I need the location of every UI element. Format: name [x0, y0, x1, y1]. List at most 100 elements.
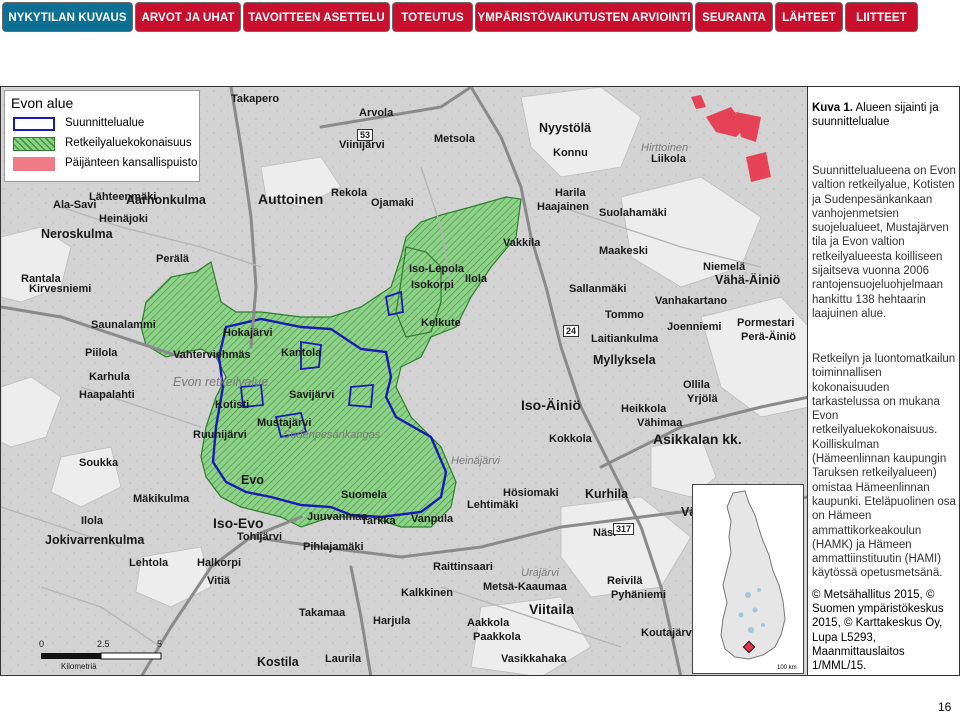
place-label: Metsä-Kaaumaa: [483, 581, 567, 593]
place-label: Metsola: [434, 133, 475, 145]
place-label: Ollila: [683, 379, 710, 391]
place-label: Aakkola: [467, 617, 510, 629]
place-label: Perälä: [156, 253, 190, 265]
place-label: Iso-Evo: [213, 515, 264, 531]
place-label: Tommo: [605, 309, 644, 321]
place-label: Vanhakartano: [655, 295, 728, 307]
place-label: Heinäjoki: [99, 213, 148, 225]
finland-inset-map: 100 km: [692, 484, 804, 674]
place-label: Saunalammi: [91, 319, 156, 331]
place-label: Hokajärvi: [223, 327, 273, 339]
place-label: Ruuhijärvi: [193, 429, 247, 441]
place-label: Harila: [555, 187, 586, 199]
place-label: Iso-Lepola: [409, 263, 465, 275]
place-label: Rekola: [331, 187, 368, 199]
place-label: Maakeski: [599, 245, 648, 257]
scale-tick: 5: [157, 639, 163, 649]
place-label: Vahterviehmäs: [173, 349, 251, 361]
tab-arvot-ja-uhat[interactable]: ARVOT JA UHAT: [135, 2, 241, 32]
place-label: Kurhila: [585, 487, 629, 501]
place-label: Asikkalan kk.: [653, 431, 742, 447]
place-label: Koutajärvi: [641, 627, 695, 639]
place-label: Yrjölä: [687, 393, 718, 405]
place-label: Pyhäniemi: [611, 589, 667, 601]
place-label: Haapalahti: [79, 389, 135, 401]
page-number: 16: [938, 700, 952, 714]
place-label: Mustajärvi: [257, 417, 312, 429]
place-label: Soukka: [79, 457, 119, 469]
place-label: Takapero: [231, 93, 280, 105]
place-label: Neroskulma: [41, 227, 113, 241]
description-paragraph-1: Suunnittelualueena on Evon valtion retke…: [812, 165, 956, 320]
place-label: Sudenpesänkangas: [283, 429, 381, 441]
inset-scale-label: 100 km: [777, 665, 797, 671]
place-label: Laitiankulma: [591, 333, 659, 345]
figure-caption: Kuva 1. Alueen sijainti ja suunnittelual…: [812, 101, 956, 129]
place-label: Juuvanmaa: [307, 511, 368, 523]
map-legend: Evon alue Suunnittelualue Retkeilyalueko…: [4, 90, 200, 182]
place-label: Suomela: [341, 489, 387, 501]
legend-label: Päijänteen kansallispuisto: [65, 157, 198, 169]
place-label: Kalkkinen: [401, 587, 453, 599]
place-label: Auttoinen: [258, 191, 324, 207]
tab-tavoitteen-asettelu[interactable]: TAVOITTEEN ASETTELU: [243, 2, 390, 32]
recreation-area-swatch: [13, 137, 55, 151]
finland-outline: [720, 490, 786, 660]
place-label: Kotisti: [215, 399, 250, 411]
place-label: Raittinsaari: [433, 561, 493, 573]
place-label: Hösiomaki: [503, 487, 559, 499]
road-number: 24: [563, 325, 580, 337]
legend-title: Evon alue: [11, 95, 74, 111]
tab-toteutus[interactable]: TOTEUTUS: [392, 2, 473, 32]
place-label: Takamaa: [299, 607, 346, 619]
place-label: Tohijärvi: [237, 531, 283, 543]
legend-label: Suunnittelualue: [65, 117, 145, 129]
tab-lahteet[interactable]: LÄHTEET: [775, 2, 843, 32]
tab-nykytilan-kuvaus[interactable]: NYKYTILAN KUVAUS: [2, 2, 133, 32]
place-label: Savijärvi: [289, 389, 335, 401]
top-navigation: NYKYTILAN KUVAUS ARVOT JA UHAT TAVOITTEE…: [0, 0, 960, 34]
place-label: Kantola: [281, 347, 322, 359]
place-label: Paakkola: [473, 631, 521, 643]
tab-ymparistovaikutusten-arviointi[interactable]: YMPÄRISTÖVAIKUTUSTEN ARVIOINTI: [475, 2, 693, 32]
place-label: Karhula: [89, 371, 130, 383]
place-label: Isokorpi: [411, 279, 454, 291]
description-paragraph-2: Retkeilyn ja luontomatkailun toiminnalli…: [812, 353, 956, 580]
place-label: Ojamaki: [371, 197, 414, 209]
place-label: Vähimaa: [637, 417, 683, 429]
planning-area-swatch: [13, 117, 55, 131]
place-label: Jokivarrenkulma: [45, 533, 145, 547]
place-label: Tarkka: [361, 515, 396, 527]
place-label: Nyystölä: [539, 121, 592, 135]
place-label: Vanpula: [411, 513, 454, 525]
road-number: 53: [357, 129, 374, 141]
place-label: Ilola: [465, 273, 488, 285]
place-label: Halkorpi: [197, 557, 242, 569]
tab-liitteet[interactable]: LIITTEET: [845, 2, 918, 32]
place-label: Joenniemi: [667, 321, 722, 333]
place-label: Arvola: [359, 107, 394, 119]
place-label: Pormestari: [737, 317, 795, 329]
place-label: Kirvesniemi: [29, 283, 92, 295]
scale-tick: 2.5: [97, 639, 110, 649]
place-label: Sallanmäki: [569, 283, 627, 295]
place-label: Mäkikulma: [133, 493, 190, 505]
place-label: Vasikkahaka: [501, 653, 567, 665]
place-label: Ala-Savi: [53, 199, 97, 211]
tab-seuranta[interactable]: SEURANTA: [695, 2, 773, 32]
place-label: Kokkola: [549, 433, 592, 445]
place-label: Ilola: [81, 515, 104, 527]
scale-tick: 0: [39, 639, 45, 649]
place-label: Iso-Äiniö: [521, 397, 581, 413]
place-label: Suolahamäki: [599, 207, 667, 219]
legend-label: Retkeilyaluekokonaisuus: [65, 137, 192, 149]
place-label: Lehtimäki: [467, 499, 519, 511]
place-label: Harjula: [373, 615, 411, 627]
place-label: Myllyksela: [593, 353, 656, 367]
place-label: Vähä-Äiniö: [715, 273, 781, 287]
scale-unit: Kilometriä: [61, 662, 97, 671]
road-number: 317: [613, 523, 635, 535]
place-label: Evon retkeilyalue: [173, 375, 269, 389]
place-label: Evo: [241, 473, 264, 487]
place-label: Viitaila: [529, 601, 574, 617]
